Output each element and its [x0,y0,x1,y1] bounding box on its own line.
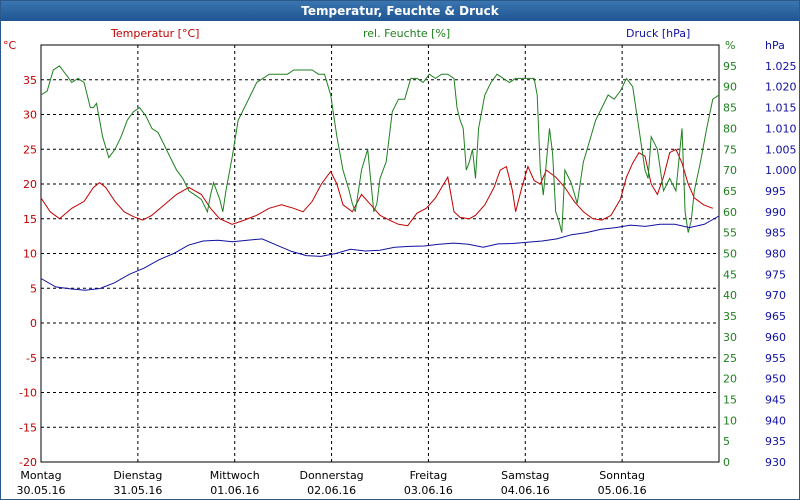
y-tick-label-pressure: 1.025 [765,60,797,73]
y-tick-label-pressure: 980 [765,248,786,261]
y-tick-label-pressure: 990 [765,206,786,219]
x-tick-label-weekday: Samstag [501,469,549,482]
y-tick-label-humidity: 95 [723,60,737,73]
y-tick-label-humidity: 35 [723,310,737,323]
x-tick-label-date: 04.06.16 [501,484,550,497]
series-line-left [40,148,713,227]
x-tick-label-date: 01.06.16 [210,484,259,497]
y-tick-label-pressure: 975 [765,268,786,281]
y-axis-unit-pressure: hPa [765,39,785,52]
x-tick-label-date: 31.05.16 [113,484,162,497]
x-tick-label-date: 05.06.16 [598,484,647,497]
y-tick-label-pressure: 940 [765,414,786,427]
y-tick-label-temperature: 35 [23,74,37,87]
y-tick-label-pressure: 930 [765,456,786,469]
y-tick-label-temperature: -20 [19,456,37,469]
x-tick-label-date: 03.06.16 [404,484,453,497]
y-tick-label-pressure: 935 [765,435,786,448]
y-tick-label-humidity: 75 [723,143,737,156]
y-tick-label-temperature: 30 [23,109,37,122]
y-tick-label-humidity: 60 [723,206,737,219]
y-axis-label-temperature: Temperatur [°C] [110,27,199,40]
chart-window: Temperatur, Feuchte & Druck -20 -15 -10 -5 0… [0,0,800,500]
window-title: Temperatur, Feuchte & Druck [1,1,799,21]
x-tick-label-weekday: Donnerstag [299,469,363,482]
y-tick-label-pressure: 955 [765,352,786,365]
y-tick-label-pressure: 1.010 [765,122,797,135]
y-tick-label-humidity: 85 [723,102,737,115]
x-tick-label-weekday: Montag [20,469,61,482]
y-tick-label-pressure: 985 [765,227,786,240]
y-tick-label-pressure: 1.020 [765,81,797,94]
y-tick-label-temperature: 25 [23,143,37,156]
x-tick-label-date: 30.05.16 [17,484,66,497]
x-tick-label-weekday: Dienstag [113,469,162,482]
y-tick-label-humidity: 10 [723,414,737,427]
y-tick-label-pressure: 950 [765,373,786,386]
y-tick-label-humidity: 50 [723,248,737,261]
y-tick-label-humidity: 45 [723,268,737,281]
x-tick-label-weekday: Mittwoch [210,469,260,482]
y-tick-label-humidity: 70 [723,164,737,177]
y-tick-label-temperature: -10 [19,387,37,400]
y-tick-label-humidity: 25 [723,352,737,365]
y-tick-label-pressure: 965 [765,310,786,323]
y-tick-label-pressure: 970 [765,289,786,302]
y-tick-label-humidity: 5 [723,435,730,448]
y-tick-label-temperature: 10 [23,248,37,261]
chart-canvas: -20 -15 -10 -5 0 5 10 15 20 25 30 35 °C Temperatur [°… [3,27,797,497]
y-tick-label-humidity: 40 [723,289,737,302]
y-tick-label-pressure: 945 [765,393,786,406]
y-tick-label-pressure: 1.015 [765,102,797,115]
y-tick-label-temperature: -15 [19,421,37,434]
y-tick-label-humidity: 80 [723,122,737,135]
y-tick-label-humidity: 90 [723,81,737,94]
y-tick-label-pressure: 995 [765,185,786,198]
x-tick-label-weekday: Freitag [410,469,448,482]
y-tick-label-temperature: 20 [23,178,37,191]
x-tick-label-date: 02.06.16 [307,484,356,497]
y-tick-label-temperature: -5 [26,352,37,365]
y-tick-label-humidity: 30 [723,331,737,344]
y-tick-label-humidity: 20 [723,373,737,386]
y-axis-unit-humidity: % [725,39,735,52]
y-tick-label-temperature: 0 [30,317,37,330]
y-tick-label-temperature: 5 [30,282,37,295]
y-tick-label-pressure: 1.000 [765,164,797,177]
y-tick-label-humidity: 0 [723,456,730,469]
y-axis-label-humidity: rel. Feuchte [%] [363,27,450,40]
y-tick-label-humidity: 15 [723,393,737,406]
y-tick-label-temperature: 15 [23,213,37,226]
y-tick-label-pressure: 1.005 [765,143,797,156]
y-axis-label-pressure: Druck [hPa] [626,27,690,40]
y-tick-label-humidity: 55 [723,227,737,240]
y-tick-label-humidity: 65 [723,185,737,198]
x-tick-label-weekday: Sonntag [599,469,645,482]
y-tick-label-pressure: 960 [765,331,786,344]
y-axis-unit-temperature: °C [3,39,17,52]
